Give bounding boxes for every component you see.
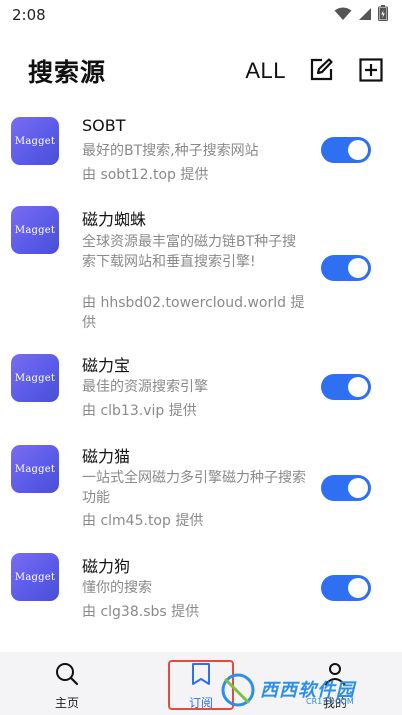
enable-toggle[interactable] bbox=[321, 255, 371, 281]
enable-toggle[interactable] bbox=[321, 575, 371, 601]
edit-icon bbox=[309, 57, 333, 85]
source-description: 懂你的搜索 bbox=[82, 580, 152, 596]
status-icons bbox=[334, 5, 388, 25]
logo-text: Magget bbox=[14, 135, 56, 147]
enable-toggle[interactable] bbox=[321, 475, 371, 501]
watermark-subtext: CR173.COM bbox=[306, 697, 354, 706]
source-description: 全球资源最丰富的磁力链BT种子搜索下载网站和垂直搜索引擎! bbox=[82, 234, 297, 270]
search-icon bbox=[54, 661, 80, 691]
add-box-icon bbox=[359, 57, 383, 85]
source-logo: Magget bbox=[11, 206, 59, 254]
battery-icon bbox=[378, 5, 388, 25]
nav-label-home: 主页 bbox=[54, 696, 79, 710]
list-item[interactable]: Magget 磁力蜘蛛 全球资源最丰富的磁力链BT种子搜索下载网站和垂直搜索引擎… bbox=[0, 206, 402, 334]
source-logo: Magget bbox=[11, 553, 59, 601]
enable-toggle[interactable] bbox=[321, 137, 371, 163]
source-name: SOBT bbox=[82, 116, 126, 135]
page-title: 搜索源 bbox=[28, 58, 107, 87]
header-actions: ALL bbox=[245, 56, 386, 86]
toggle-knob bbox=[348, 140, 368, 160]
source-logo: Magget bbox=[11, 117, 59, 165]
source-description: 最好的BT搜索,种子搜索网站 bbox=[82, 143, 259, 159]
toggle-knob bbox=[348, 478, 368, 498]
nav-item-home[interactable]: 主页 bbox=[0, 652, 134, 715]
logo-text: Magget bbox=[14, 571, 56, 583]
logo-text: Magget bbox=[14, 224, 56, 236]
enable-toggle[interactable] bbox=[321, 374, 371, 400]
status-bar: 2:08 bbox=[0, 0, 402, 30]
source-logo: Magget bbox=[11, 354, 59, 402]
source-name: 磁力狗 bbox=[82, 557, 131, 576]
edit-button[interactable] bbox=[306, 56, 336, 86]
list-item[interactable]: Magget SOBT 最好的BT搜索,种子搜索网站 由 sobt12.top … bbox=[0, 110, 402, 190]
list-item[interactable]: Magget 磁力狗 懂你的搜索 由 clg38.sbs 提供 bbox=[0, 553, 402, 633]
source-name: 磁力宝 bbox=[82, 356, 131, 375]
watermark-logo-icon bbox=[218, 672, 258, 712]
list-item[interactable]: Magget 磁力猫 一站式全网磁力多引擎磁力种子搜索功能 由 clm45.to… bbox=[0, 442, 402, 542]
source-name: 磁力猫 bbox=[82, 447, 131, 466]
logo-text: Magget bbox=[14, 463, 56, 475]
toggle-knob bbox=[348, 578, 368, 598]
watermark: 西西软件园 CR173.COM bbox=[206, 670, 386, 710]
header: 搜索源 ALL bbox=[0, 48, 402, 94]
wifi-icon bbox=[334, 6, 352, 25]
list-item[interactable]: Magget 磁力宝 最佳的资源搜索引擎 由 clb13.vip 提供 bbox=[0, 351, 402, 431]
source-logo: Magget bbox=[11, 445, 59, 493]
add-button[interactable] bbox=[356, 56, 386, 86]
toggle-knob bbox=[348, 377, 368, 397]
source-provider: 由 sobt12.top 提供 bbox=[82, 167, 209, 183]
source-provider: 由 clb13.vip 提供 bbox=[82, 403, 197, 419]
source-provider: 由 clm45.top 提供 bbox=[82, 513, 204, 529]
status-time: 2:08 bbox=[12, 6, 46, 24]
all-button[interactable]: ALL bbox=[245, 58, 286, 84]
source-provider: 由 clg38.sbs 提供 bbox=[82, 604, 200, 620]
source-description: 一站式全网磁力多引擎磁力种子搜索功能 bbox=[82, 470, 306, 506]
logo-text: Magget bbox=[14, 372, 56, 384]
source-description: 最佳的资源搜索引擎 bbox=[82, 379, 208, 395]
signal-icon bbox=[358, 6, 372, 25]
source-provider: 由 hhsbd02.towercloud.world 提供 bbox=[82, 295, 305, 331]
toggle-knob bbox=[348, 258, 368, 278]
source-name: 磁力蜘蛛 bbox=[82, 210, 147, 229]
